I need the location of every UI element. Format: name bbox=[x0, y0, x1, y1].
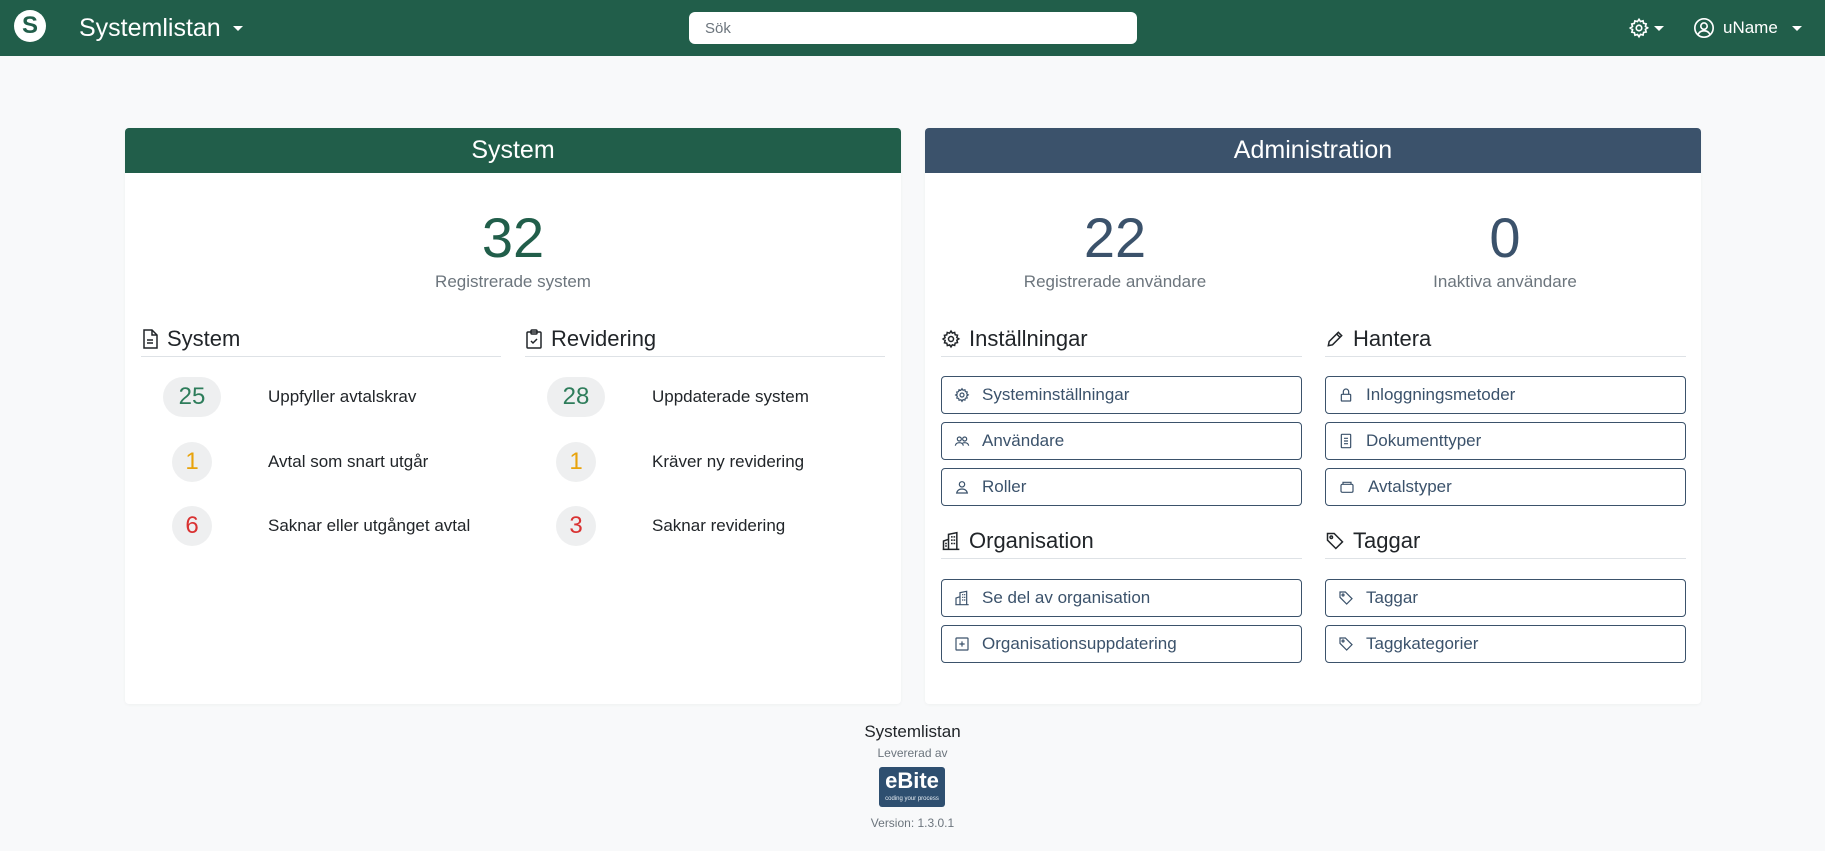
gear-icon bbox=[1628, 17, 1650, 39]
manage-section-header: Hantera bbox=[1325, 322, 1686, 357]
button-label: Organisationsuppdatering bbox=[982, 634, 1177, 653]
button-label: Roller bbox=[982, 477, 1027, 496]
document-types-button[interactable]: Dokumenttyper bbox=[1325, 422, 1686, 460]
user-icon bbox=[955, 481, 969, 494]
briefcase-icon bbox=[1340, 481, 1354, 493]
revision-section-header: Revidering bbox=[525, 322, 885, 357]
users-button[interactable]: Användare bbox=[941, 422, 1302, 460]
system-card-header: System bbox=[125, 128, 901, 173]
count-badge: 25 bbox=[163, 377, 221, 417]
tag-icon bbox=[1339, 591, 1353, 605]
inactive-users-count: 0 bbox=[1489, 206, 1521, 269]
count-badge: 3 bbox=[556, 506, 596, 546]
user-name: uName bbox=[1723, 18, 1778, 37]
chevron-down-icon bbox=[1654, 25, 1664, 31]
system-section-header: System bbox=[141, 322, 501, 357]
footer-version: Version: 1.3.0.1 bbox=[870, 816, 955, 830]
user-avatar-icon bbox=[1694, 18, 1714, 38]
settings-section-header: Inställningar bbox=[941, 322, 1302, 357]
brand-name: Systemlistan bbox=[79, 14, 221, 42]
button-label: Inloggningsmetoder bbox=[1366, 385, 1516, 404]
list-item-label: Avtal som snart utgår bbox=[268, 452, 429, 471]
tags-button[interactable]: Taggar bbox=[1325, 579, 1686, 617]
registered-users-count: 22 bbox=[1083, 206, 1147, 269]
app-logo[interactable]: S bbox=[14, 10, 46, 42]
chevron-down-icon bbox=[1791, 25, 1802, 31]
tag-categories-button[interactable]: Taggkategorier bbox=[1325, 625, 1686, 663]
tags-icon bbox=[1339, 637, 1353, 651]
system-section-title: System bbox=[167, 326, 241, 351]
system-settings-button[interactable]: Systeminställningar bbox=[941, 376, 1302, 414]
gear-icon bbox=[941, 329, 961, 349]
organisation-update-button[interactable]: Organisationsuppdatering bbox=[941, 625, 1302, 663]
view-organisation-button[interactable]: Se del av organisation bbox=[941, 579, 1302, 617]
list-item-label: Uppfyller avtalskrav bbox=[268, 387, 417, 406]
registered-users-stat: 22 Registrerade användare bbox=[985, 208, 1245, 292]
footer-title: Systemlistan bbox=[864, 722, 961, 741]
lock-icon bbox=[1340, 388, 1352, 402]
gear-icon bbox=[954, 387, 970, 403]
login-methods-button[interactable]: Inloggningsmetoder bbox=[1325, 376, 1686, 414]
tags-section-title: Taggar bbox=[1353, 528, 1421, 553]
list-item-label: Kräver ny revidering bbox=[652, 452, 805, 471]
top-navbar: S Systemlistan uName bbox=[0, 0, 1825, 56]
footer-delivered-by: Levererad av bbox=[877, 746, 948, 760]
count-badge: 1 bbox=[556, 442, 596, 482]
registered-systems-count: 32 bbox=[481, 206, 545, 269]
pencil-icon bbox=[1327, 331, 1343, 347]
count-badge: 1 bbox=[172, 442, 212, 482]
button-label: Dokumenttyper bbox=[1366, 431, 1482, 450]
list-item-label: Uppdaterade system bbox=[652, 387, 809, 406]
system-card: System 32 Registrerade system System 25 … bbox=[125, 128, 901, 704]
chevron-down-icon bbox=[232, 26, 243, 31]
list-item-label: Saknar eller utgånget avtal bbox=[268, 516, 471, 535]
settings-section-title: Inställningar bbox=[969, 326, 1088, 351]
app-switcher-dropdown[interactable]: Systemlistan bbox=[79, 14, 243, 43]
vendor-logo-tagline: coding your process bbox=[885, 796, 939, 802]
users-icon bbox=[954, 436, 970, 446]
contract-types-button[interactable]: Avtalstyper bbox=[1325, 468, 1686, 506]
document-icon bbox=[143, 329, 158, 349]
plus-square-icon bbox=[955, 637, 969, 651]
organisation-section-header: Organisation bbox=[941, 524, 1302, 559]
button-label: Taggar bbox=[1366, 588, 1418, 607]
search-input[interactable] bbox=[689, 12, 1137, 44]
organisation-section-title: Organisation bbox=[969, 528, 1094, 553]
tags-section-header: Taggar bbox=[1325, 524, 1686, 559]
vendor-logo-text: eBite bbox=[885, 768, 939, 793]
button-label: Se del av organisation bbox=[982, 588, 1151, 607]
inactive-users-label: Inaktiva användare bbox=[1433, 272, 1577, 291]
clipboard-check-icon bbox=[526, 329, 542, 349]
document-icon bbox=[1340, 433, 1352, 449]
button-label: Avtalstyper bbox=[1368, 477, 1452, 496]
settings-dropdown[interactable] bbox=[1628, 17, 1664, 39]
list-item-label: Saknar revidering bbox=[652, 516, 786, 535]
roles-button[interactable]: Roller bbox=[941, 468, 1302, 506]
count-badge: 6 bbox=[172, 506, 212, 546]
registered-users-label: Registrerade användare bbox=[1023, 272, 1207, 291]
list-item: 1 Avtal som snart utgår bbox=[163, 441, 428, 483]
button-label: Systeminställningar bbox=[982, 385, 1130, 404]
count-badge: 28 bbox=[547, 377, 605, 417]
buildings-icon bbox=[942, 531, 960, 551]
registered-systems-label: Registrerade system bbox=[435, 272, 591, 291]
list-item: 6 Saknar eller utgånget avtal bbox=[163, 505, 470, 547]
inactive-users-stat: 0 Inaktiva användare bbox=[1375, 208, 1635, 292]
list-item: 28 Uppdaterade system bbox=[547, 376, 809, 418]
list-item: 1 Kräver ny revidering bbox=[547, 441, 804, 483]
revision-section-title: Revidering bbox=[551, 326, 657, 351]
manage-section-title: Hantera bbox=[1353, 326, 1432, 351]
list-item: 25 Uppfyller avtalskrav bbox=[163, 376, 416, 418]
registered-systems-stat: 32 Registrerade system bbox=[413, 208, 613, 292]
tags-icon bbox=[1326, 532, 1344, 550]
list-item: 3 Saknar revidering bbox=[547, 505, 785, 547]
user-menu[interactable]: uName bbox=[1693, 17, 1802, 39]
button-label: Användare bbox=[982, 431, 1065, 450]
administration-card: Administration 22 Registrerade användare… bbox=[925, 128, 1701, 704]
buildings-icon bbox=[955, 590, 969, 606]
vendor-logo[interactable]: eBite coding your process bbox=[879, 767, 945, 807]
administration-card-header: Administration bbox=[925, 128, 1701, 173]
button-label: Taggkategorier bbox=[1366, 634, 1479, 653]
